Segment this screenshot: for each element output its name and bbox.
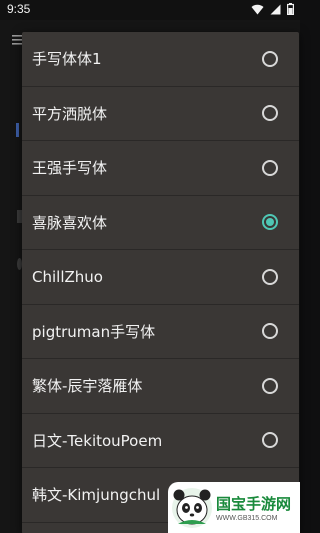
- font-option[interactable]: 日文-TekitouPoem: [22, 414, 299, 468]
- watermark-title: 国宝手游网: [216, 495, 292, 513]
- radio-unchecked-icon[interactable]: [262, 105, 278, 122]
- radio-unchecked-icon[interactable]: [262, 432, 278, 449]
- watermark-text: 国宝手游网 WWW.GB315.COM: [216, 493, 291, 522]
- radio-unchecked-icon[interactable]: [262, 159, 278, 176]
- font-option[interactable]: 繁体-辰宇落雁体: [22, 359, 299, 414]
- font-option[interactable]: 王强手写体: [22, 141, 299, 196]
- status-bar: 9:35: [0, 0, 300, 20]
- font-select-dialog: 手写体体1 平方洒脱体王强手写体喜脉喜欢体 ChillZhuo pigtruman手写…: [22, 32, 299, 533]
- radio-checked-icon[interactable]: [262, 214, 278, 231]
- font-option-label: 手写体体1: [32, 50, 102, 69]
- battery-icon: [287, 3, 294, 15]
- font-option-label: 平方洒脱体: [32, 104, 108, 123]
- status-icons: [251, 3, 294, 15]
- font-option-label: 日文-TekitouPoem: [32, 431, 163, 450]
- radio-unchecked-icon[interactable]: [262, 268, 278, 285]
- font-option-label: 喜脉喜欢体: [32, 213, 108, 232]
- radio-unchecked-icon[interactable]: [262, 377, 278, 394]
- font-option[interactable]: 手写体体1: [22, 32, 299, 87]
- font-option-label: 韩文-Kimjungchul: [32, 486, 161, 505]
- font-option[interactable]: 平方洒脱体: [22, 87, 299, 141]
- font-option[interactable]: ChillZhuo: [22, 250, 299, 305]
- font-option-label: ChillZhuo: [32, 267, 103, 286]
- panda-logo-icon: [172, 487, 212, 528]
- status-time: 9:35: [7, 2, 31, 16]
- radio-unchecked-icon[interactable]: [262, 50, 278, 67]
- wifi-icon: [251, 4, 264, 14]
- background-tab-marker: [16, 123, 19, 137]
- watermark-url: WWW.GB315.COM: [216, 515, 278, 522]
- font-option-label: 繁体-辰宇落雁体: [32, 377, 143, 396]
- font-option-label: pigtruman手写体: [32, 322, 156, 341]
- font-option-label: 王强手写体: [32, 159, 108, 178]
- signal-icon: [270, 4, 281, 14]
- watermark-logo: 国宝手游网 WWW.GB315.COM: [168, 482, 300, 533]
- font-option[interactable]: pigtruman手写体: [22, 305, 299, 359]
- font-option[interactable]: 喜脉喜欢体: [22, 196, 299, 250]
- radio-unchecked-icon[interactable]: [262, 323, 278, 340]
